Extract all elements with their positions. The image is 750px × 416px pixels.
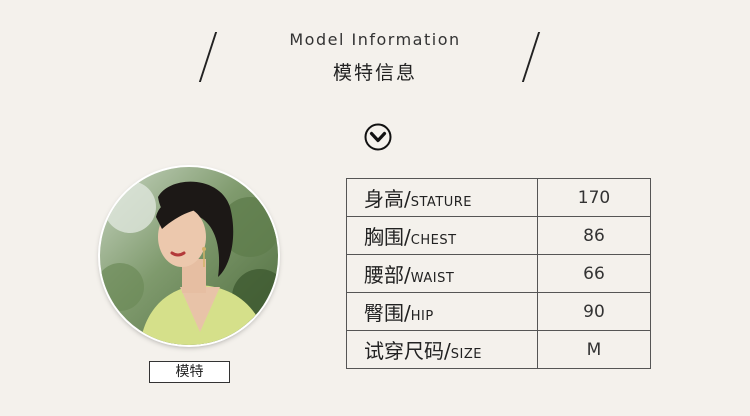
label-cn: 试穿尺码 — [364, 339, 444, 363]
measurement-value: 90 — [537, 292, 651, 331]
label-cn: 身高 — [364, 187, 404, 211]
section-title-cn: 模特信息 — [332, 62, 417, 84]
label-cn: 腰部 — [364, 263, 404, 287]
measurement-value: M — [537, 330, 651, 369]
measurement-value: 170 — [537, 178, 651, 217]
label-separator: / — [404, 225, 411, 249]
label-separator: / — [404, 263, 411, 287]
label-cn: 臀围 — [364, 301, 404, 325]
label-en: STATURE — [410, 195, 473, 210]
model-portrait — [100, 167, 278, 345]
measurement-label: 腰部/WAIST — [346, 254, 538, 293]
table-row: 试穿尺码/SIZE M — [346, 330, 651, 369]
measurement-table: 身高/STATURE 170 胸围/CHEST 86 腰部/WAIST 66 臀… — [346, 178, 651, 369]
table-row: 胸围/CHEST 86 — [346, 216, 651, 255]
measurement-label: 胸围/CHEST — [346, 216, 538, 255]
measurement-label: 试穿尺码/SIZE — [346, 330, 538, 369]
label-separator: / — [444, 339, 451, 363]
model-caption: 模特 — [149, 361, 230, 383]
table-row: 身高/STATURE 170 — [346, 178, 651, 217]
label-en: HIP — [410, 309, 434, 324]
label-separator: / — [404, 301, 411, 325]
measurement-value: 66 — [537, 254, 651, 293]
table-row: 腰部/WAIST 66 — [346, 254, 651, 293]
label-en: SIZE — [450, 347, 482, 362]
label-en: CHEST — [410, 233, 457, 248]
label-cn: 胸围 — [364, 225, 404, 249]
measurement-label: 臀围/HIP — [346, 292, 538, 331]
label-separator: / — [404, 187, 411, 211]
section-title-en: Model Information — [289, 30, 461, 49]
measurement-value: 86 — [537, 216, 651, 255]
measurement-label: 身高/STATURE — [346, 178, 538, 217]
table-row: 臀围/HIP 90 — [346, 292, 651, 331]
label-en: WAIST — [410, 271, 455, 286]
chevron-down-circle-icon — [363, 122, 393, 152]
